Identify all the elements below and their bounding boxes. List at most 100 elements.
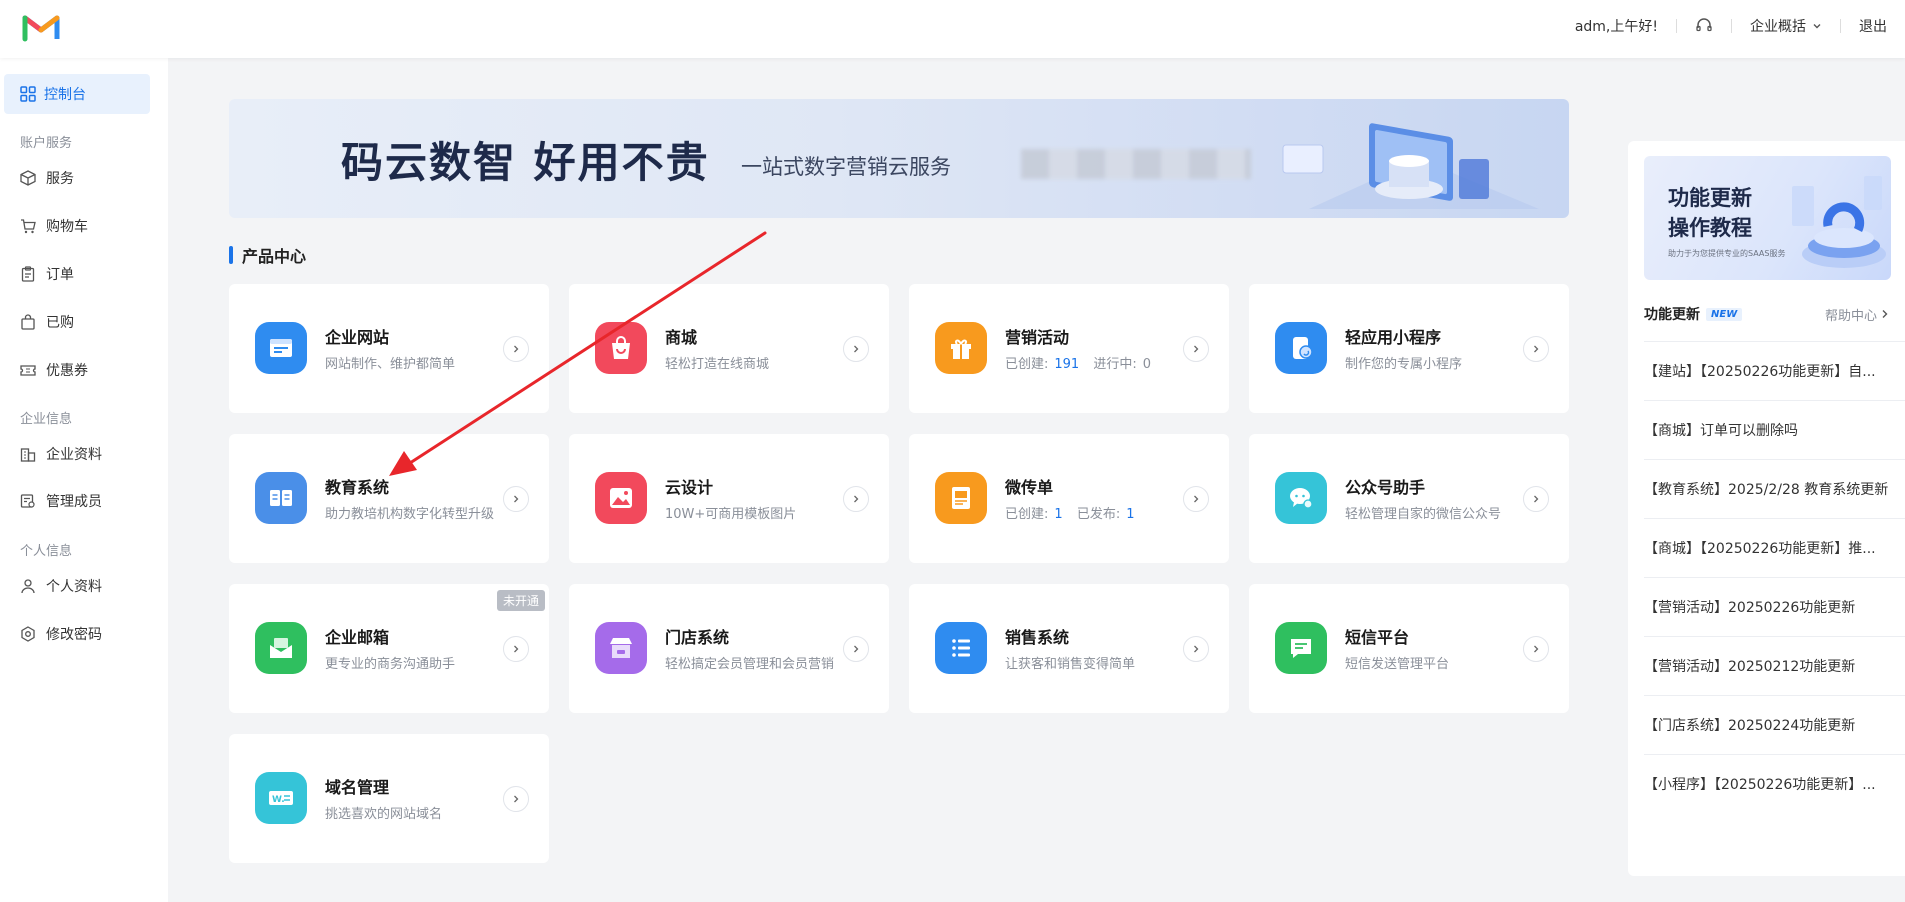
update-link[interactable]: 【小程序】【20250226功能更新】... — [1644, 774, 1889, 794]
chevron-right-icon[interactable] — [843, 336, 869, 362]
sidebar-item-service[interactable]: 服务 — [20, 168, 74, 188]
banner-title: 码云数智 好用不贵 — [341, 138, 710, 187]
list-item[interactable]: 【教育系统】2025/2/28 教育系统更新 — [1644, 459, 1905, 518]
chevron-right-icon[interactable] — [503, 486, 529, 512]
chevron-right-icon[interactable] — [503, 636, 529, 662]
sidebar-item-coupons[interactable]: 优惠券 — [20, 360, 88, 380]
promo-banner[interactable]: 码云数智 好用不贵 一站式数字营销云服务 — [229, 99, 1569, 218]
chevron-right-icon[interactable] — [1183, 636, 1209, 662]
product-card-sales[interactable]: 销售系统 让获客和销售变得简单 — [909, 584, 1229, 713]
chevron-right-icon[interactable] — [1523, 336, 1549, 362]
list-item[interactable]: 【营销活动】20250212功能更新 — [1644, 636, 1905, 695]
product-card-enterprise-mail[interactable]: 未开通 企业邮箱 更专业的商务沟通助手 — [229, 584, 549, 713]
product-title: 商城 — [665, 328, 698, 347]
tutorial-banner[interactable]: 功能更新 操作教程 助力于为您提供专业的SAAS服务 — [1644, 156, 1891, 280]
chevron-right-icon[interactable] — [1183, 336, 1209, 362]
chevron-right-icon[interactable] — [1523, 636, 1549, 662]
wechat-icon — [1275, 472, 1327, 524]
help-center-link[interactable]: 帮助中心 — [1825, 305, 1889, 324]
chevron-right-icon[interactable] — [503, 786, 529, 812]
mini-program-icon — [1275, 322, 1327, 374]
sidebar-group-account: 账户服务 — [20, 136, 73, 151]
product-card-cloud-design[interactable]: 云设计 10W+可商用模板图片 — [569, 434, 889, 563]
banner-illustration — [1282, 123, 1539, 209]
sidebar-item-orders[interactable]: 订单 — [20, 264, 74, 284]
product-title: 轻应用小程序 — [1345, 328, 1442, 347]
list-item[interactable]: 【建站】【20250226功能更新】自... — [1644, 341, 1905, 400]
product-card-mini-program[interactable]: 轻应用小程序 制作您的专属小程序 — [1249, 284, 1569, 413]
sidebar-item-purchased[interactable]: 已购 — [20, 312, 74, 332]
update-link[interactable]: 【教育系统】2025/2/28 教育系统更新 — [1644, 479, 1889, 499]
updates-header: 功能更新 NEW 帮助中心 — [1644, 304, 1889, 324]
product-card-sms[interactable]: 短信平台 短信发送管理平台 — [1249, 584, 1569, 713]
update-link[interactable]: 【建站】【20250226功能更新】自... — [1644, 361, 1889, 381]
update-link[interactable]: 【商城】订单可以删除吗 — [1644, 420, 1889, 440]
product-card-education[interactable]: 教育系统 助力教培机构数字化转型升级 — [229, 434, 549, 563]
promo-line2: 操作教程 — [1668, 216, 1752, 240]
banner-subtitle: 一站式数字营销云服务 — [741, 155, 951, 179]
logo-m-icon[interactable] — [22, 12, 60, 42]
product-card-flyer[interactable]: 微传单 已创建: 1 已发布: 1 — [909, 434, 1229, 563]
sidebar-item-dashboard[interactable]: 控制台 — [4, 74, 150, 114]
customer-service-button[interactable] — [1677, 17, 1731, 35]
product-card-website[interactable]: 企业网站 网站制作、维护都简单 — [229, 284, 549, 413]
updates-title-text: 功能更新 — [1644, 307, 1700, 323]
stat-label: 已发布: — [1076, 507, 1121, 522]
product-desc: 助力教培机构数字化转型升级 — [325, 507, 495, 522]
headset-icon — [1696, 18, 1712, 32]
sidebar-item-profile[interactable]: 个人资料 — [20, 576, 102, 596]
right-panel: 功能更新 操作教程 助力于为您提供专业的SAAS服务 功能更新 NEW 帮助中心… — [1628, 141, 1905, 876]
update-link[interactable]: 【营销活动】20250226功能更新 — [1644, 597, 1889, 617]
sidebar-item-password[interactable]: 修改密码 — [20, 624, 102, 644]
promo-caption: 助力于为您提供专业的SAAS服务 — [1668, 249, 1786, 258]
section-title-text: 产品中心 — [242, 247, 307, 266]
sidebar-item-members[interactable]: 管理成员 — [20, 491, 102, 511]
update-link[interactable]: 【营销活动】20250212功能更新 — [1644, 656, 1889, 676]
chevron-right-icon[interactable] — [503, 336, 529, 362]
enterprise-menu[interactable]: 企业概括 — [1732, 16, 1840, 36]
product-card-mall[interactable]: 商城 轻松打造在线商城 — [569, 284, 889, 413]
settings-icon — [21, 626, 35, 642]
stat-value: 1 — [1054, 507, 1063, 522]
sidebar-item-label: 企业资料 — [46, 447, 102, 463]
product-title: 门店系统 — [665, 628, 730, 647]
update-link[interactable]: 【门店系统】20250224功能更新 — [1644, 715, 1889, 735]
product-card-wechat-assistant[interactable]: 公众号助手 轻松管理自家的微信公众号 — [1249, 434, 1569, 563]
chevron-right-icon[interactable] — [1523, 486, 1549, 512]
product-card-marketing[interactable]: 营销活动 已创建: 191 进行中: 0 — [909, 284, 1229, 413]
website-icon — [255, 322, 307, 374]
sidebar-item-label: 订单 — [46, 267, 74, 283]
list-item[interactable]: 【商城】【20250226功能更新】推... — [1644, 518, 1905, 577]
chevron-right-icon[interactable] — [843, 486, 869, 512]
top-bar: adm,上午好! 企业概括 退出 — [0, 0, 1905, 58]
product-title: 企业网站 — [325, 328, 390, 347]
book-icon — [255, 472, 307, 524]
sidebar-item-enterprise-info[interactable]: 企业资料 — [20, 444, 102, 464]
product-desc: 制作您的专属小程序 — [1345, 357, 1463, 372]
stat-label: 已创建: — [1005, 507, 1049, 522]
list-item[interactable]: 【营销活动】20250226功能更新 — [1644, 577, 1905, 636]
sidebar-item-cart[interactable]: 购物车 — [20, 216, 88, 236]
stat-label: 进行中: — [1093, 357, 1137, 372]
logout-link[interactable]: 退出 — [1841, 16, 1905, 36]
chevron-right-icon[interactable] — [843, 636, 869, 662]
product-desc: 挑选喜欢的网站域名 — [325, 807, 443, 822]
sidebar-item-label: 控制台 — [44, 87, 86, 103]
product-card-store[interactable]: 门店系统 轻松搞定会员管理和会员营销 — [569, 584, 889, 713]
sidebar-item-label: 已购 — [46, 315, 74, 331]
grid-icon — [20, 86, 36, 102]
list-item[interactable]: 【门店系统】20250224功能更新 — [1644, 695, 1905, 754]
domain-icon: W. — [255, 772, 307, 824]
list-item[interactable]: 【商城】订单可以删除吗 — [1644, 400, 1905, 459]
stat-label: 已创建: — [1005, 357, 1049, 372]
product-title: 域名管理 — [325, 778, 390, 797]
list-item[interactable]: 【小程序】【20250226功能更新】... — [1644, 754, 1905, 813]
updates-list: 【建站】【20250226功能更新】自... 【商城】订单可以删除吗 【教育系统… — [1644, 341, 1905, 813]
product-card-domain[interactable]: W. 域名管理 挑选喜欢的网站域名 — [229, 734, 549, 863]
chevron-right-icon[interactable] — [1183, 486, 1209, 512]
chevron-down-icon — [1813, 24, 1821, 29]
sidebar-item-label: 服务 — [46, 171, 74, 187]
product-desc: 轻松打造在线商城 — [665, 357, 770, 372]
update-link[interactable]: 【商城】【20250226功能更新】推... — [1644, 538, 1889, 558]
sidebar-item-label: 个人资料 — [46, 579, 102, 595]
